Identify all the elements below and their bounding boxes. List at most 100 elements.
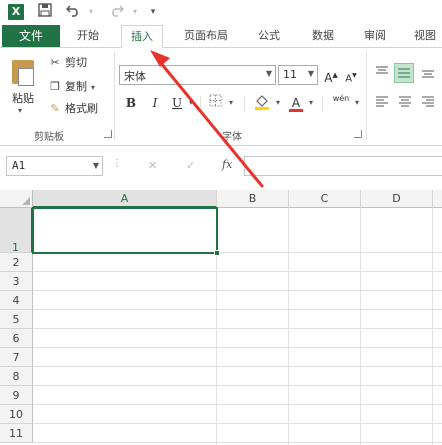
gridline bbox=[33, 290, 442, 291]
row-header-2[interactable]: 2 bbox=[0, 253, 33, 272]
row-header-3[interactable]: 3 bbox=[0, 272, 33, 291]
clipboard-group-label: 剪贴板 bbox=[34, 132, 64, 143]
save-icon[interactable] bbox=[36, 3, 54, 21]
underline-dropdown-icon[interactable]: ▾ bbox=[186, 94, 196, 112]
borders-icon bbox=[209, 94, 221, 107]
borders-dropdown-icon[interactable]: ▾ bbox=[226, 94, 236, 112]
borders-button[interactable] bbox=[206, 94, 224, 112]
tab-data[interactable]: 数据 bbox=[306, 25, 340, 47]
formula-bar-grip-icon[interactable]: ⋮ bbox=[112, 158, 122, 169]
shrink-font-button[interactable]: A▼ bbox=[344, 67, 358, 85]
column-header-a[interactable]: A bbox=[33, 190, 217, 208]
name-box[interactable]: A1 ▼ bbox=[6, 156, 103, 176]
align-bottom-button[interactable] bbox=[420, 64, 436, 80]
ribbon-tabs: 文件 开始 插入 页面布局 公式 数据 审阅 视图 bbox=[0, 24, 442, 48]
paste-button[interactable]: 粘贴 bbox=[12, 90, 34, 106]
column-header-c[interactable]: C bbox=[289, 190, 361, 208]
font-size-combobox[interactable]: 11 ▼ bbox=[278, 65, 318, 85]
column-header-b[interactable]: B bbox=[217, 190, 289, 208]
tab-view[interactable]: 视图 bbox=[408, 25, 442, 47]
font-name-combobox[interactable]: 宋体 ▼ bbox=[119, 65, 276, 85]
gridline bbox=[33, 404, 442, 405]
row-header-9[interactable]: 9 bbox=[0, 386, 33, 405]
active-cell-a1[interactable] bbox=[32, 207, 218, 254]
row-header-10[interactable]: 10 bbox=[0, 405, 33, 424]
paste-icon[interactable] bbox=[12, 60, 34, 86]
bold-button[interactable]: B bbox=[124, 94, 138, 112]
align-right-button[interactable] bbox=[420, 94, 436, 110]
tab-review[interactable]: 审阅 bbox=[358, 25, 392, 47]
divider bbox=[322, 96, 323, 112]
font-color-glyph: A bbox=[291, 96, 301, 110]
tab-insert[interactable]: 插入 bbox=[121, 25, 163, 48]
undo-dropdown-icon[interactable]: ▾ bbox=[82, 3, 100, 21]
align-center-icon bbox=[399, 96, 411, 107]
copy-button[interactable]: ❐ 复制 ▾ bbox=[48, 78, 95, 96]
gridline bbox=[33, 385, 442, 386]
quick-access-toolbar: X ▾ ▾ ▾ bbox=[0, 0, 442, 24]
chevron-down-icon[interactable]: ▼ bbox=[93, 161, 99, 170]
gridline bbox=[33, 309, 442, 310]
row-header-1[interactable]: 1 bbox=[0, 208, 33, 254]
fill-handle[interactable] bbox=[214, 250, 220, 256]
tab-file[interactable]: 文件 bbox=[2, 25, 60, 47]
align-top-button[interactable] bbox=[374, 64, 390, 80]
copy-icon: ❐ bbox=[50, 80, 60, 93]
ribbon-home: 粘贴 ▾ ✂ 剪切 ❐ 复制 ▾ ✎ 格式刷 剪贴板 宋体 ▼ 11 ▼ A▲ A▼ B… bbox=[0, 48, 442, 146]
tab-home[interactable]: 开始 bbox=[70, 25, 106, 47]
font-color-dropdown-icon[interactable]: ▾ bbox=[306, 94, 316, 112]
grow-font-button[interactable]: A▲ bbox=[324, 66, 338, 85]
align-left-button[interactable] bbox=[374, 94, 390, 110]
worksheet-grid[interactable]: A B C D 1 2 3 4 5 6 7 8 9 10 11 bbox=[0, 190, 442, 445]
gridline bbox=[33, 366, 442, 367]
name-box-value: A1 bbox=[12, 159, 26, 172]
formula-input[interactable] bbox=[244, 156, 442, 176]
cut-button[interactable]: ✂ 剪切 bbox=[48, 54, 87, 72]
clipboard-launcher-icon[interactable] bbox=[104, 130, 112, 138]
format-painter-button[interactable]: ✎ 格式刷 bbox=[48, 100, 98, 118]
phonetic-dropdown-icon[interactable]: ▾ bbox=[352, 94, 362, 112]
align-left-icon bbox=[376, 96, 388, 107]
enter-icon: ✓ bbox=[186, 159, 196, 172]
column-header-d[interactable]: D bbox=[361, 190, 433, 208]
align-middle-button[interactable] bbox=[394, 63, 414, 83]
italic-button[interactable]: I bbox=[148, 94, 162, 112]
copy-dropdown-icon[interactable]: ▾ bbox=[91, 83, 95, 92]
paint-bucket-icon bbox=[255, 95, 269, 110]
align-top-icon bbox=[376, 66, 388, 74]
divider bbox=[200, 96, 201, 112]
font-color-button[interactable]: A bbox=[288, 94, 304, 112]
fill-color-dropdown-icon[interactable]: ▾ bbox=[273, 94, 283, 112]
fill-color-button[interactable] bbox=[252, 94, 272, 112]
paste-dropdown-icon[interactable]: ▾ bbox=[18, 106, 22, 115]
gridline bbox=[33, 423, 442, 424]
row-header-5[interactable]: 5 bbox=[0, 310, 33, 329]
row-header-11[interactable]: 11 bbox=[0, 424, 33, 443]
customize-toolbar-icon[interactable]: ▾ bbox=[144, 3, 162, 21]
row-header-6[interactable]: 6 bbox=[0, 329, 33, 348]
insert-function-icon[interactable]: fx bbox=[222, 158, 232, 171]
align-center-button[interactable] bbox=[397, 94, 413, 110]
phonetic-guide-button[interactable]: wén bbox=[330, 94, 352, 112]
row-header-4[interactable]: 4 bbox=[0, 291, 33, 310]
underline-button[interactable]: U bbox=[170, 94, 184, 112]
undo-icon[interactable] bbox=[64, 3, 82, 21]
column-header-e[interactable] bbox=[433, 190, 442, 208]
redo-dropdown-icon: ▾ bbox=[132, 7, 137, 16]
excel-logo-icon: X bbox=[8, 4, 24, 20]
chevron-down-icon[interactable]: ▼ bbox=[266, 69, 272, 78]
row-header-8[interactable]: 8 bbox=[0, 367, 33, 386]
chevron-down-icon[interactable]: ▼ bbox=[308, 69, 314, 78]
row-header-7[interactable]: 7 bbox=[0, 348, 33, 367]
select-all-button[interactable] bbox=[0, 190, 33, 208]
cut-label: 剪切 bbox=[65, 56, 87, 69]
font-size-value: 11 bbox=[283, 68, 297, 81]
gridline bbox=[33, 328, 442, 329]
scissors-icon: ✂ bbox=[50, 56, 60, 69]
font-launcher-icon[interactable] bbox=[354, 130, 362, 138]
cancel-icon: ✕ bbox=[148, 159, 158, 172]
gridline bbox=[288, 208, 289, 445]
format-painter-label: 格式刷 bbox=[65, 102, 98, 115]
tab-formulas[interactable]: 公式 bbox=[252, 25, 286, 47]
tab-page-layout[interactable]: 页面布局 bbox=[177, 25, 235, 47]
